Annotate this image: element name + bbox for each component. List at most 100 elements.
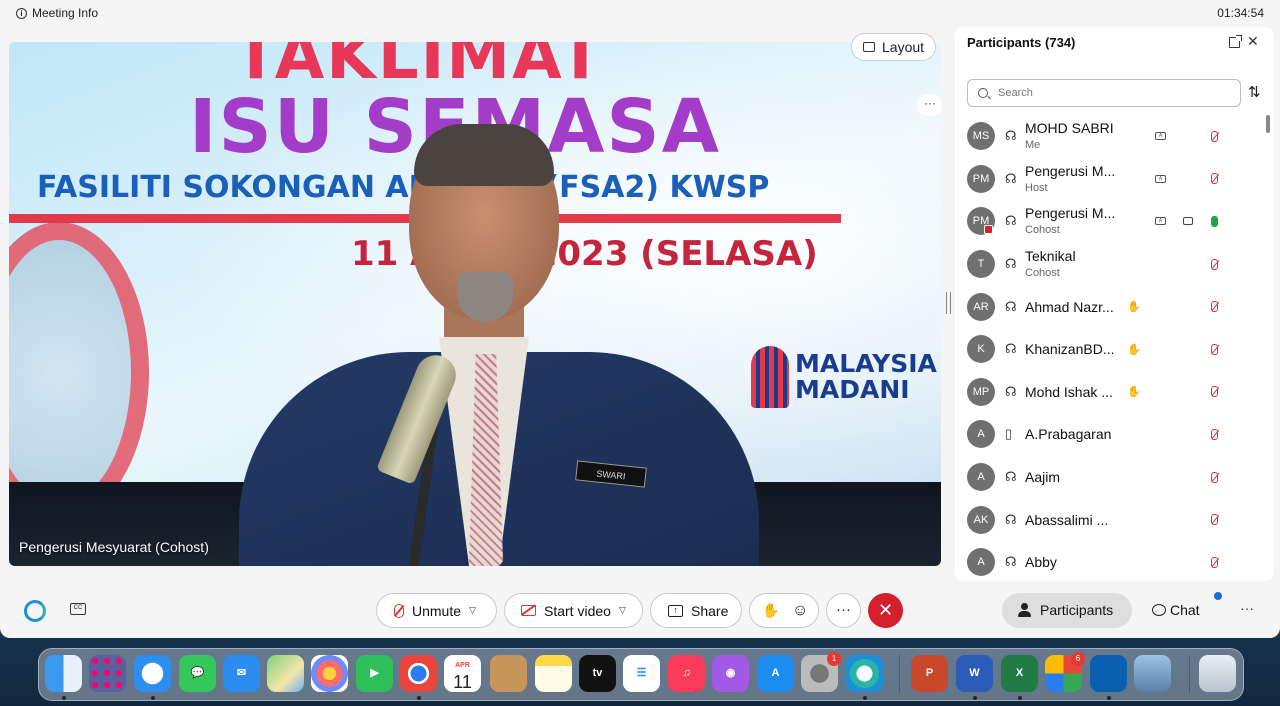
preview-icon[interactable]	[1134, 655, 1171, 692]
reminders-icon[interactable]: ☰	[623, 655, 660, 692]
sort-icon[interactable]: ⇅	[1248, 83, 1261, 101]
meeting-info-button[interactable]: i Meeting Info	[16, 6, 98, 20]
dock-separator	[899, 655, 900, 693]
chat-notification-dot	[1214, 592, 1222, 600]
mic-muted-icon	[1211, 173, 1218, 185]
raised-hand-icon: ✋	[1127, 386, 1141, 399]
chat-button[interactable]: Chat	[1146, 593, 1200, 628]
mic-live-icon	[1211, 215, 1218, 227]
headset-icon: ☊	[1005, 298, 1017, 314]
avatar: MP	[967, 377, 995, 406]
chevron-down-icon[interactable]: ▽	[619, 605, 626, 616]
layout-button[interactable]: Layout	[851, 33, 937, 61]
reactions-icon[interactable]: ☺	[792, 602, 808, 620]
unmute-button[interactable]: Unmute ▽	[376, 593, 497, 628]
participant-row[interactable]: MP ☊ Mohd Ishak ... ✋	[955, 371, 1266, 414]
participant-row[interactable]: AR ☊ Ahmad Nazr... ✋	[955, 285, 1266, 328]
info-icon: i	[16, 7, 27, 19]
participant-row[interactable]: A ☊ Aajim	[955, 456, 1266, 499]
participants-toggle-button[interactable]: Participants	[1002, 593, 1132, 628]
messages-icon[interactable]: 💬	[179, 655, 216, 692]
finder-icon[interactable]	[45, 655, 82, 692]
mic-muted-icon	[1211, 556, 1218, 568]
app-store-icon[interactable]: A	[757, 655, 794, 692]
participant-name: KhanizanBD...	[1025, 341, 1115, 358]
meeting-controls: CC Unmute ▽ Start video ▽ ↑ Share ✋ ☺ ··…	[0, 588, 1280, 634]
calendar-icon[interactable]: APR 11	[444, 655, 481, 692]
participants-search[interactable]	[967, 79, 1241, 107]
chrome-icon[interactable]	[400, 655, 437, 692]
avatar: PM	[967, 164, 995, 193]
participant-name: Aajim	[1025, 469, 1061, 486]
running-indicator	[863, 696, 867, 700]
headset-icon: ☊	[1005, 128, 1017, 144]
music-icon[interactable]: ♫	[668, 655, 705, 692]
more-options-button[interactable]: ···	[826, 593, 861, 628]
madani-line1: MALAYSIA	[795, 349, 937, 378]
participants-scrollbar[interactable]	[1266, 115, 1270, 133]
speaker-video: SWARI	[219, 122, 779, 566]
calendar-day: 11	[453, 672, 472, 692]
webex-logo-icon[interactable]	[24, 600, 46, 622]
contacts-icon[interactable]	[490, 655, 527, 692]
close-icon[interactable]: ✕	[1247, 33, 1259, 50]
chat-label: Chat	[1170, 602, 1200, 618]
popout-icon[interactable]	[1229, 35, 1242, 48]
participant-row[interactable]: PM ☊ Pengerusi M... Host A	[955, 158, 1266, 201]
facetime-icon[interactable]: ▶	[356, 655, 393, 692]
participant-row[interactable]: T ☊ Teknikal Cohost	[955, 243, 1266, 286]
layout-icon	[863, 42, 875, 52]
powerpoint-icon[interactable]: P	[911, 655, 948, 692]
macos-dock: 💬 ✉ ▶ APR 11 tv ☰ ♫ ◉ A P W X	[38, 648, 1244, 701]
share-button[interactable]: ↑ Share	[650, 593, 742, 628]
mail-icon[interactable]: ✉	[223, 655, 260, 692]
video-stage[interactable]: TAKLIMAT ISU SEMASA FASILITI SOKONGAN AK…	[9, 42, 941, 566]
maps-icon[interactable]	[267, 655, 304, 692]
stage-more-button[interactable]: ···	[917, 94, 941, 116]
layout-label: Layout	[882, 39, 925, 55]
mic-muted-icon	[1211, 471, 1218, 483]
launchpad-icon[interactable]	[89, 655, 126, 692]
word-icon[interactable]: W	[956, 655, 993, 692]
participants-panel: Participants (734) ✕ ⇅ MS ☊ MOHD SABRI M…	[955, 27, 1274, 581]
mic-muted-icon	[1211, 428, 1218, 440]
avatar: MS	[967, 122, 995, 151]
search-input[interactable]	[998, 87, 1228, 99]
closed-captions-icon[interactable]: CC	[70, 603, 86, 615]
participant-row[interactable]: A ☊ Abby	[955, 541, 1266, 584]
start-video-button[interactable]: Start video ▽	[504, 593, 643, 628]
safari-icon[interactable]	[134, 655, 171, 692]
raised-hand-icon: ✋	[1127, 343, 1141, 356]
participant-row[interactable]: MS ☊ MOHD SABRI Me A	[955, 115, 1266, 158]
apple-tv-icon[interactable]: tv	[579, 655, 616, 692]
raised-hand-icon: ✋	[1127, 301, 1141, 314]
photos-icon[interactable]	[311, 655, 348, 692]
participant-row[interactable]: K ☊ KhanizanBD... ✋	[955, 328, 1266, 371]
participants-label: Participants	[1040, 602, 1114, 618]
trash-icon[interactable]	[1199, 655, 1236, 692]
webex-app-icon[interactable]	[846, 655, 883, 692]
excel-icon[interactable]: X	[1001, 655, 1038, 692]
panel-resize-handle[interactable]	[946, 292, 951, 314]
panel-more-icon[interactable]: ···	[1240, 600, 1254, 616]
webex-meetings-icon[interactable]	[1090, 655, 1127, 692]
participant-row[interactable]: AK ☊ Abassalimi ...	[955, 498, 1266, 541]
settings-badge: 1	[827, 652, 841, 666]
notes-icon[interactable]	[535, 655, 572, 692]
share-label: Share	[691, 602, 729, 619]
headset-icon: ☊	[1005, 383, 1017, 399]
meeting-info-label: Meeting Info	[32, 6, 99, 20]
caption-icon: A	[1155, 132, 1166, 141]
caption-icon: A	[1155, 217, 1166, 226]
chevron-down-icon[interactable]: ▽	[469, 605, 476, 616]
caption-icon: A	[1155, 174, 1166, 183]
raise-hand-icon[interactable]: ✋	[762, 602, 779, 619]
calendar-month: APR	[455, 662, 470, 669]
unmute-label: Unmute	[412, 602, 462, 619]
participant-row[interactable]: PM ☊ Pengerusi M... Cohost A	[955, 200, 1266, 243]
mic-muted-icon	[1211, 130, 1218, 142]
avatar: A	[967, 548, 995, 577]
participant-row[interactable]: A ▯ A.Prabagaran	[955, 413, 1266, 456]
podcasts-icon[interactable]: ◉	[712, 655, 749, 692]
end-call-button[interactable]: ✕	[868, 593, 903, 628]
